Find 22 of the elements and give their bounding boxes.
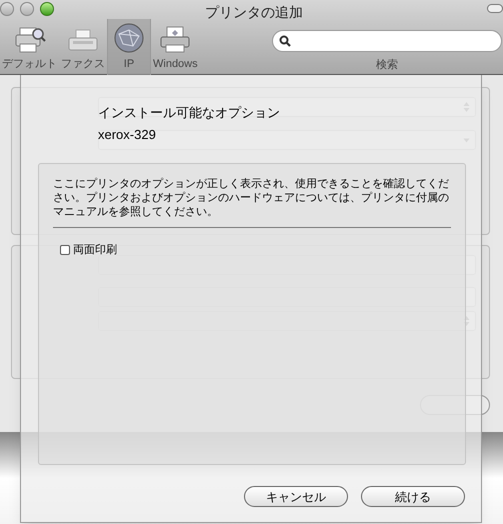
search-label: 検索 [376, 58, 398, 73]
search-icon [279, 35, 291, 47]
search-field[interactable] [272, 30, 502, 52]
description-text: ここにプリンタのオプションが正しく表示され、使用できることを確認してください。プリンタおよびオプションのハードウェアについては、プリンタに付属のマニュアルを参照してください。 [53, 177, 450, 219]
toolbar-button[interactable]: IP [107, 19, 151, 75]
toolbar-button[interactable]: ファクス [59, 19, 107, 75]
checkbox[interactable] [60, 245, 70, 256]
window-title: プリンタの追加 [205, 3, 303, 22]
toolbar-button[interactable]: デフォルト [0, 19, 59, 75]
minimize-button[interactable] [20, 2, 34, 16]
printer-name: xerox-329 [98, 126, 156, 144]
continue-button[interactable]: 続ける [361, 486, 465, 507]
cancel-button[interactable]: キャンセル [244, 486, 348, 507]
toolbar-button[interactable]: Windows [151, 19, 200, 75]
printer-icon [159, 26, 192, 54]
toolbar-toggle-button[interactable] [487, 4, 503, 13]
close-button[interactable] [0, 2, 14, 16]
printer-magnifier-icon [14, 26, 46, 54]
sheet-heading: インストール可能なオプション [98, 104, 280, 122]
globe-icon [113, 22, 145, 54]
checkbox-label: 両面印刷 [73, 243, 117, 258]
zoom-button[interactable] [40, 2, 54, 16]
